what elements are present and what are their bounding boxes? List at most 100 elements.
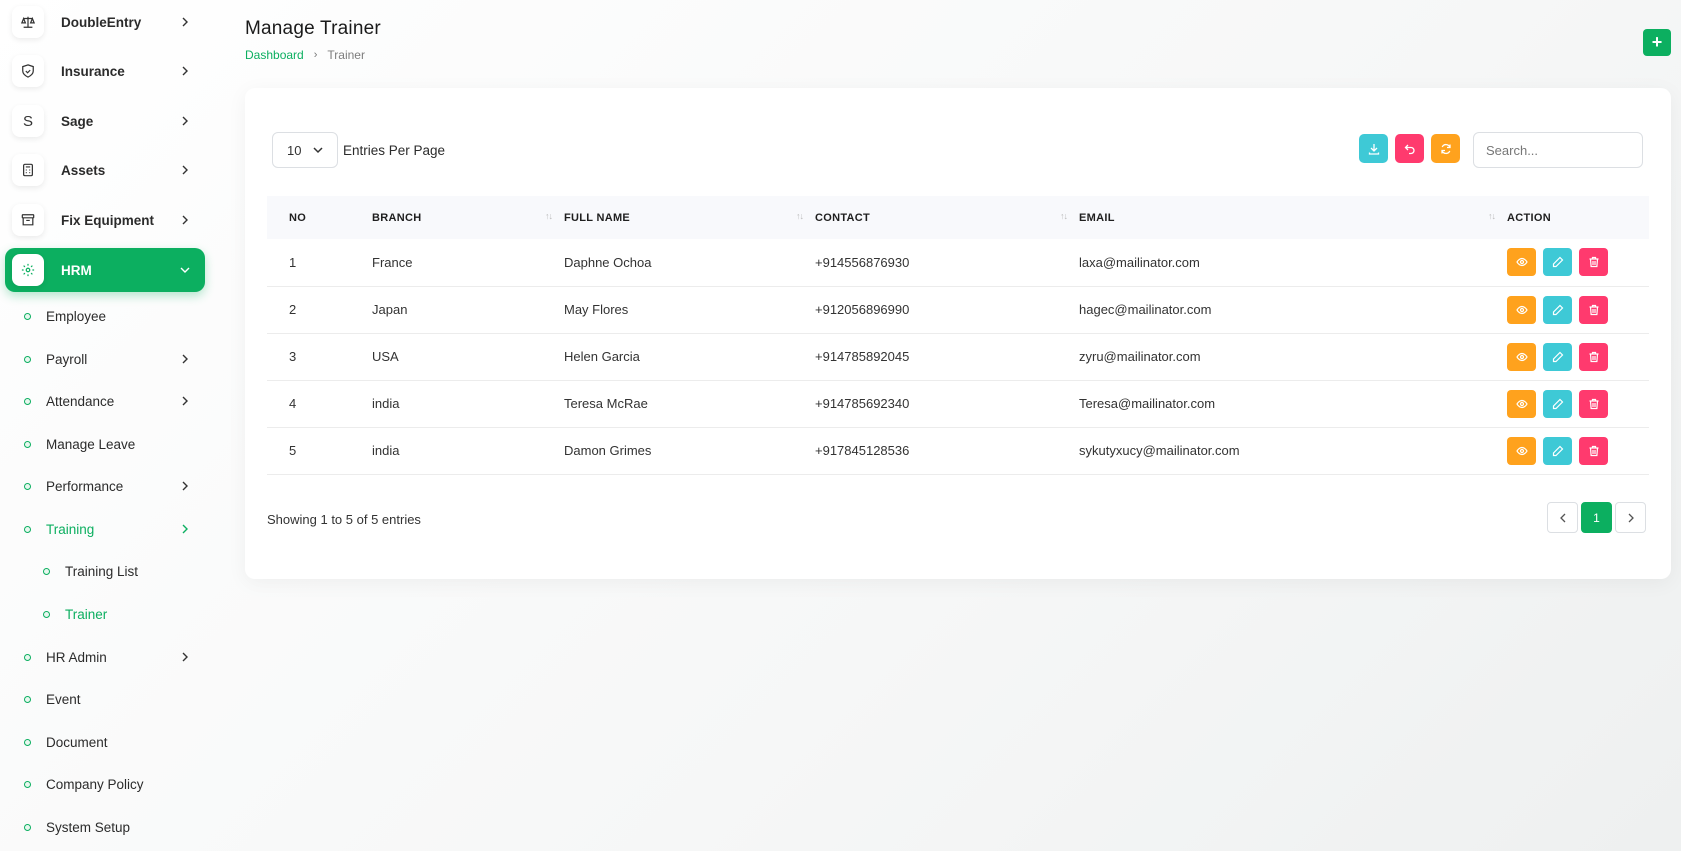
- pagination-page-button[interactable]: 1: [1581, 502, 1612, 533]
- trash-icon: [1589, 304, 1598, 315]
- sidebar-item-system-setup[interactable]: System Setup: [24, 812, 196, 842]
- breadcrumb: Dashboard › Trainer: [245, 48, 365, 62]
- sidebar-item-event[interactable]: Event: [24, 684, 196, 714]
- reset-button[interactable]: [1395, 134, 1424, 163]
- edit-button[interactable]: [1543, 342, 1572, 371]
- cell-full-name: Teresa McRae: [564, 396, 648, 411]
- edit-button[interactable]: [1543, 389, 1572, 418]
- sidebar-item-attendance[interactable]: Attendance: [24, 386, 196, 416]
- sidebar-item-payroll[interactable]: Payroll: [24, 344, 196, 374]
- chevron-right-icon: [182, 396, 188, 406]
- pencil-icon: [1552, 256, 1563, 268]
- sidebar-item-label: Attendance: [46, 393, 115, 409]
- column-header-branch[interactable]: BRANCH ↑↓: [372, 196, 564, 239]
- column-header-contact[interactable]: CONTACT ↑↓: [815, 196, 1079, 239]
- export-button[interactable]: [1359, 134, 1388, 163]
- delete-button[interactable]: [1579, 436, 1608, 465]
- cell-contact: +912056896990: [815, 302, 910, 317]
- sidebar-item-label: Fix Equipment: [61, 212, 155, 228]
- delete-button[interactable]: [1579, 342, 1608, 371]
- add-trainer-button[interactable]: +: [1643, 29, 1671, 56]
- sidebar-item-company-policy[interactable]: Company Policy: [24, 769, 196, 799]
- hrm-icon: [12, 254, 44, 286]
- eye-icon: [1515, 305, 1528, 314]
- sidebar-item-training-list[interactable]: Training List: [43, 556, 193, 586]
- bullet-icon: [24, 312, 31, 320]
- eye-icon: [1515, 258, 1528, 267]
- cell-action: [1507, 427, 1649, 474]
- cell-action: [1507, 333, 1649, 380]
- sidebar: DoubleEntry Insurance S Sage Assets Fix …: [0, 0, 212, 851]
- edit-button[interactable]: [1543, 248, 1572, 277]
- pencil-icon: [1552, 304, 1563, 315]
- sidebar-item-sage[interactable]: S Sage: [5, 99, 205, 143]
- pencil-icon: [1552, 351, 1563, 362]
- delete-button[interactable]: [1579, 248, 1608, 277]
- view-button[interactable]: [1507, 389, 1536, 418]
- sidebar-item-document[interactable]: Document: [24, 727, 196, 757]
- trainer-table: NO BRANCH ↑↓ FULL NAME ↑↓ CONTACT ↑↓ EMAIL ↑…: [267, 196, 1649, 475]
- sort-icon: ↑↓: [796, 211, 804, 221]
- column-header-full-name[interactable]: FULL NAME ↑↓: [564, 196, 815, 239]
- sidebar-item-label: Manage Leave: [46, 436, 136, 452]
- table-row: 3 USA Helen Garcia +914785892045 zyru@mailin…: [267, 333, 1649, 380]
- pagination: 1: [1547, 502, 1646, 533]
- cell-email: Teresa@mailinator.com: [1079, 396, 1216, 411]
- refresh-button[interactable]: [1431, 134, 1460, 163]
- sidebar-item-employee[interactable]: Employee: [24, 301, 196, 331]
- sidebar-item-label: Insurance: [61, 63, 125, 79]
- delete-button[interactable]: [1579, 295, 1608, 324]
- edit-button[interactable]: [1543, 295, 1572, 324]
- sidebar-item-training[interactable]: Training: [24, 514, 196, 544]
- chevron-left-icon: [1559, 513, 1565, 522]
- sort-icon: ↑↓: [1060, 211, 1068, 221]
- column-header-email[interactable]: EMAIL ↑↓: [1079, 196, 1507, 239]
- bullet-icon: [24, 355, 31, 363]
- view-button[interactable]: [1507, 436, 1536, 465]
- scale-icon: [12, 6, 44, 38]
- cell-full-name: Damon Grimes: [564, 443, 652, 458]
- sidebar-item-assets[interactable]: Assets: [5, 148, 205, 192]
- sidebar-item-label: Document: [46, 734, 108, 750]
- chevron-right-icon: [182, 66, 188, 76]
- view-button[interactable]: [1507, 342, 1536, 371]
- sidebar-item-label: Company Policy: [46, 776, 144, 792]
- sidebar-item-trainer[interactable]: Trainer: [43, 599, 193, 629]
- entries-per-page: 10 Entries Per Page: [272, 132, 445, 168]
- sidebar-item-fix-equipment[interactable]: Fix Equipment: [5, 198, 205, 242]
- sidebar-item-label: Employee: [46, 308, 107, 324]
- sidebar-item-label: Trainer: [65, 606, 108, 622]
- view-button[interactable]: [1507, 295, 1536, 324]
- breadcrumb-dashboard-link[interactable]: Dashboard: [245, 48, 304, 62]
- edit-button[interactable]: [1543, 436, 1572, 465]
- trainer-card: 10 Entries Per Page NO BRANCH↑↓ FULL NAM…: [245, 88, 1671, 579]
- bullet-icon: [24, 695, 31, 703]
- column-header-no[interactable]: NO: [267, 196, 372, 239]
- sidebar-item-label: Training List: [65, 563, 139, 579]
- cell-contact: +917845128536: [815, 443, 910, 458]
- sidebar-item-label: Performance: [46, 478, 124, 494]
- sidebar-item-performance[interactable]: Performance: [24, 471, 196, 501]
- entries-per-page-select[interactable]: 10: [272, 132, 338, 168]
- sidebar-item-doubleentry[interactable]: DoubleEntry: [5, 0, 205, 44]
- eye-icon: [1515, 399, 1528, 408]
- sidebar-item-label: System Setup: [46, 819, 131, 835]
- cell-email: laxa@mailinator.com: [1079, 254, 1200, 270]
- chevron-right-icon: [182, 524, 188, 534]
- delete-button[interactable]: [1579, 389, 1608, 418]
- pagination-prev-button[interactable]: [1547, 502, 1578, 533]
- eye-icon: [1515, 446, 1528, 455]
- sidebar-item-manage-leave[interactable]: Manage Leave: [24, 429, 196, 459]
- pencil-icon: [1552, 445, 1563, 456]
- sidebar-item-hrm[interactable]: HRM: [5, 248, 205, 292]
- pagination-next-button[interactable]: [1615, 502, 1646, 533]
- cell-no: 1: [289, 254, 297, 270]
- shield-icon: [12, 55, 44, 87]
- sidebar-item-hr-admin[interactable]: HR Admin: [24, 642, 196, 672]
- cell-branch: USA: [372, 349, 399, 364]
- view-button[interactable]: [1507, 248, 1536, 277]
- bullet-icon: [24, 525, 31, 533]
- sidebar-item-label: Training: [46, 521, 95, 537]
- sidebar-item-insurance[interactable]: Insurance: [5, 49, 205, 93]
- search-input[interactable]: [1473, 132, 1643, 168]
